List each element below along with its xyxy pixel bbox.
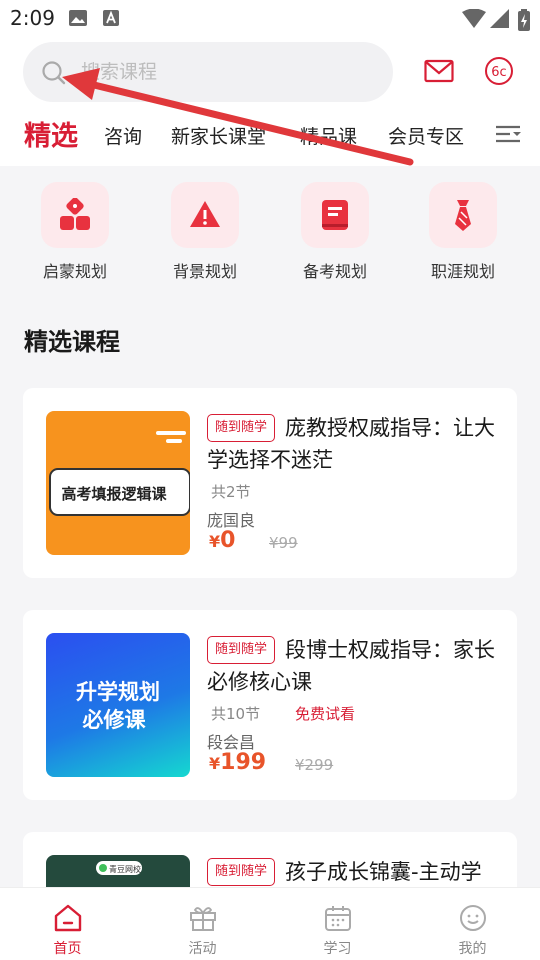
category-label: 职涯规划 <box>430 262 495 281</box>
signal-icon <box>490 9 510 33</box>
lesson-count: 共2节 <box>211 483 251 501</box>
category-exam-prep[interactable]: 备考规划 <box>290 182 380 282</box>
course-card[interactable]: 升学规划 必修课 随到随学 段博士权威指导：家长必修核心课 共10节 免费试看 … <box>23 610 517 800</box>
mail-button[interactable] <box>424 58 454 84</box>
tab-new-parent-class[interactable]: 新家长课堂 <box>171 122 266 149</box>
book-icon <box>322 200 348 230</box>
free-trial-label[interactable]: 免费试看 <box>295 703 355 724</box>
course-title: 孩子成长锦囊-主动学 <box>285 860 482 884</box>
necktie-icon <box>455 200 471 231</box>
category-tile <box>171 182 239 248</box>
nav-activity[interactable]: 活动 <box>135 888 270 960</box>
search-icon <box>41 60 67 90</box>
course-card[interactable]: 高考填报逻辑课 随到随学 庞教授权威指导：让大学选择不迷茫 共2节 庞国良 ¥0… <box>23 388 517 578</box>
image-notification-icon <box>68 9 88 31</box>
top-header: 6c 精选 咨询 新家长课堂 精品课 会员专区 <box>0 36 540 166</box>
category-label: 背景规划 <box>172 262 237 281</box>
font-notification-icon <box>102 9 120 31</box>
search-bar[interactable] <box>23 42 393 102</box>
original-price: ¥299 <box>295 756 334 774</box>
nav-home[interactable]: 首页 <box>0 888 135 960</box>
home-icon <box>54 904 81 932</box>
badge-6c-icon: 6c <box>485 57 513 85</box>
svg-text:升学规划: 升学规划 <box>76 680 160 704</box>
mail-icon <box>424 59 454 83</box>
wifi-icon <box>462 8 486 33</box>
status-time: 2:09 <box>10 6 55 30</box>
nav-label: 首页 <box>53 941 82 957</box>
category-tile <box>41 182 109 248</box>
calendar-icon <box>324 906 351 931</box>
category-label: 启蒙规划 <box>42 262 107 281</box>
blocks-icon <box>60 198 90 230</box>
warning-triangle-icon <box>190 201 220 227</box>
lesson-count: 共10节 <box>211 705 261 723</box>
category-tile <box>429 182 497 248</box>
svg-text:高考填报逻辑课: 高考填报逻辑课 <box>61 485 167 503</box>
bottom-navigation: 首页 活动 学习 我的 <box>0 887 540 960</box>
nav-study[interactable]: 学习 <box>270 888 405 960</box>
course-thumbnail: 升学规划 必修课 <box>46 633 190 777</box>
search-input[interactable] <box>81 56 371 88</box>
menu-lines-icon <box>496 125 521 143</box>
price: ¥199 <box>209 750 267 775</box>
course-title: 段博士权威指导：家长必修核心课 <box>207 638 495 694</box>
nav-label: 活动 <box>188 941 217 957</box>
nav-mine[interactable]: 我的 <box>405 888 540 960</box>
status-bar: 2:09 <box>0 0 540 36</box>
svg-text:6c: 6c <box>491 65 506 80</box>
nav-label: 学习 <box>323 941 352 957</box>
tab-member-zone[interactable]: 会员专区 <box>388 122 464 149</box>
tab-premium-course[interactable]: 精品课 <box>300 122 357 149</box>
nav-label: 我的 <box>458 941 487 957</box>
planning-categories: 启蒙规划 背景规划 备考规划 职涯规划 <box>0 166 540 286</box>
svg-text:必修课: 必修课 <box>83 708 147 732</box>
section-title: 精选课程 <box>24 328 120 356</box>
category-tile <box>301 182 369 248</box>
tab-featured[interactable]: 精选 <box>24 114 78 153</box>
price: ¥0 <box>209 528 236 553</box>
tab-consult[interactable]: 咨询 <box>104 122 142 149</box>
svg-text:青豆网校: 青豆网校 <box>109 864 141 874</box>
category-tabs: 精选 咨询 新家长课堂 精品课 会员专区 <box>0 114 540 154</box>
smiley-icon <box>459 905 486 931</box>
category-background[interactable]: 背景规划 <box>160 182 250 282</box>
category-career[interactable]: 职涯规划 <box>418 182 508 282</box>
category-enlightenment[interactable]: 启蒙规划 <box>30 182 120 282</box>
course-title: 庞教授权威指导：让大学选择不迷茫 <box>207 416 495 472</box>
battery-icon <box>518 9 530 35</box>
original-price: ¥99 <box>269 534 298 552</box>
category-label: 备考规划 <box>302 262 367 281</box>
vip-badge-button[interactable]: 6c <box>484 56 514 86</box>
tabs-menu-button[interactable] <box>494 122 522 146</box>
course-thumbnail: 高考填报逻辑课 <box>46 411 190 555</box>
gift-icon <box>189 907 216 931</box>
